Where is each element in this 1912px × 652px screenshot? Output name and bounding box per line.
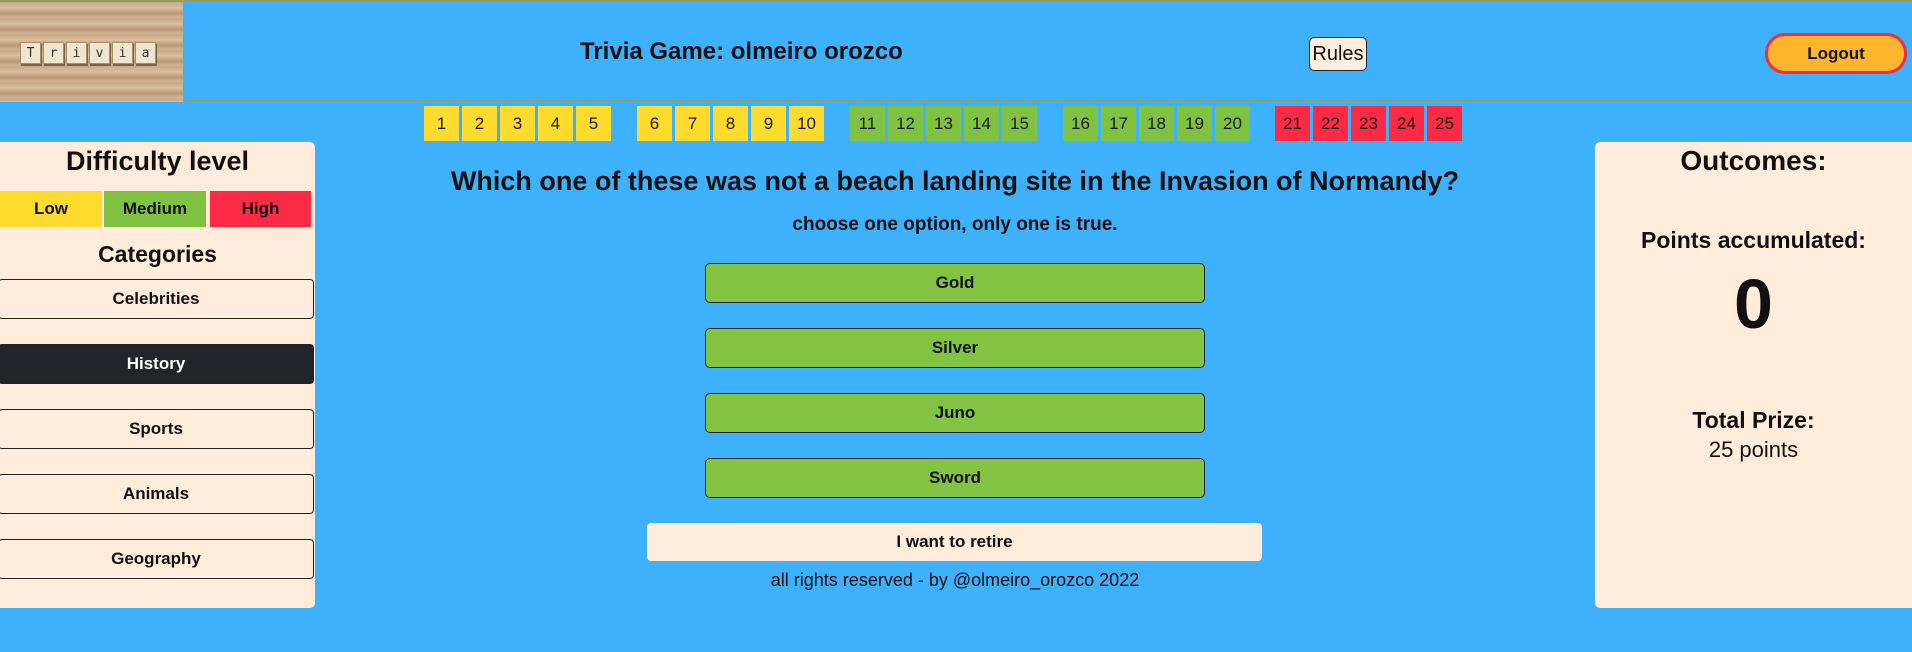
outcomes-panel: Outcomes: Points accumulated: 0 Total Pr… — [1595, 142, 1912, 608]
level-box-8: 8 — [713, 106, 748, 141]
level-box-18: 18 — [1139, 106, 1174, 141]
outcomes-title: Outcomes: — [1680, 145, 1827, 176]
category-sports-button[interactable]: Sports — [0, 409, 314, 449]
logout-button[interactable]: Logout — [1765, 33, 1907, 74]
sidebar-panel: Difficulty level Low Medium High Categor… — [0, 142, 315, 608]
trivia-logo: T r i v i a — [0, 2, 183, 102]
prize-value: 25 points — [1708, 437, 1799, 462]
level-box-1: 1 — [424, 106, 459, 141]
points-label: Points accumulated: — [1641, 227, 1866, 253]
category-geography-button[interactable]: Geography — [0, 539, 314, 579]
answer-option-button[interactable]: Gold — [705, 263, 1205, 303]
header: T r i v i a Trivia Game: olmeiro orozco … — [0, 0, 1912, 102]
logo-tile: i — [66, 42, 87, 64]
level-box-5: 5 — [576, 106, 611, 141]
level-box-21: 21 — [1275, 106, 1310, 141]
difficulty-high-button[interactable]: High — [210, 191, 311, 227]
level-progress-bar: 1 2 3 4 5 6 7 8 9 10 11 12 13 14 15 16 17 18 19 20 21 22 23 24 2… — [0, 106, 1912, 141]
logo-tile: v — [89, 42, 110, 64]
categories-title: Categories — [98, 241, 217, 267]
category-celebrities-button[interactable]: Celebrities — [0, 279, 314, 319]
level-box-7: 7 — [675, 106, 710, 141]
level-box-22: 22 — [1313, 106, 1348, 141]
category-history-button[interactable]: History — [0, 344, 314, 384]
instruction-text: choose one option, only one is true. — [792, 214, 1118, 235]
level-box-24: 24 — [1389, 106, 1424, 141]
level-box-4: 4 — [538, 106, 573, 141]
level-box-9: 9 — [751, 106, 786, 141]
difficulty-medium-button[interactable]: Medium — [104, 191, 206, 227]
level-box-2: 2 — [462, 106, 497, 141]
retire-button[interactable]: I want to retire — [647, 523, 1262, 561]
level-box-15: 15 — [1002, 106, 1037, 141]
difficulty-low-button[interactable]: Low — [0, 191, 102, 227]
level-box-20: 20 — [1215, 106, 1250, 141]
level-box-12: 12 — [888, 106, 923, 141]
answer-option-button[interactable]: Silver — [705, 328, 1205, 368]
level-box-13: 13 — [926, 106, 961, 141]
level-box-6: 6 — [637, 106, 672, 141]
level-box-23: 23 — [1351, 106, 1386, 141]
level-box-25: 25 — [1427, 106, 1462, 141]
footer-credit: all rights reserved - by @olmeiro_orozco… — [770, 570, 1140, 590]
logo-tile: r — [43, 42, 64, 64]
game-title: Trivia Game: olmeiro orozco — [580, 38, 903, 65]
level-box-11: 11 — [850, 106, 885, 141]
question-text: Which one of these was not a beach landi… — [450, 166, 1460, 196]
level-box-14: 14 — [964, 106, 999, 141]
prize-label: Total Prize: — [1692, 407, 1815, 433]
level-box-3: 3 — [500, 106, 535, 141]
difficulty-title: Difficulty level — [65, 146, 250, 176]
level-box-10: 10 — [789, 106, 824, 141]
level-box-19: 19 — [1177, 106, 1212, 141]
category-animals-button[interactable]: Animals — [0, 474, 314, 514]
points-value: 0 — [1734, 265, 1773, 343]
rules-button[interactable]: Rules — [1309, 37, 1367, 71]
answer-option-button[interactable]: Juno — [705, 393, 1205, 433]
level-box-16: 16 — [1063, 106, 1098, 141]
logo-tile: i — [112, 42, 133, 64]
logo-tile: a — [135, 42, 156, 64]
answer-option-button[interactable]: Sword — [705, 458, 1205, 498]
level-box-17: 17 — [1101, 106, 1136, 141]
logo-tile: T — [20, 42, 41, 64]
